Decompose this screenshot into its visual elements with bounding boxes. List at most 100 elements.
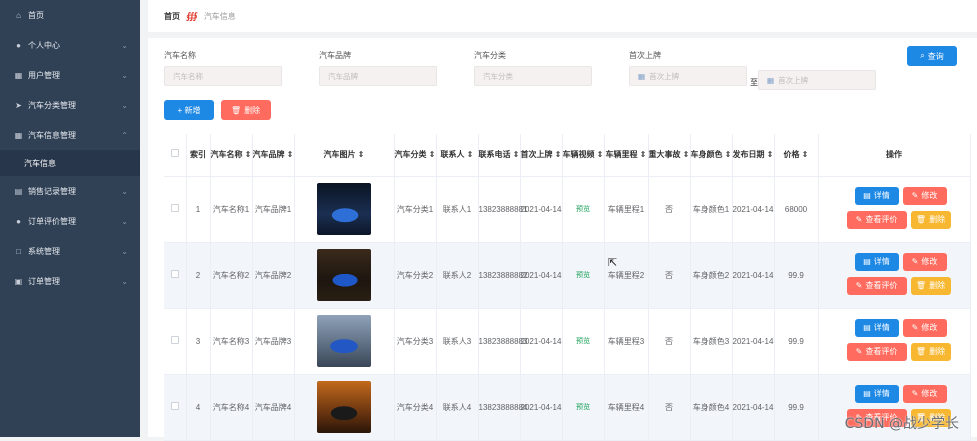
cell-phone: 13823888883 (478, 308, 527, 375)
edit-button[interactable]: ✎ 修改 (902, 186, 947, 205)
header-phone[interactable]: 联系电话 ⇕ (478, 134, 521, 177)
video-preview-link[interactable]: 预览 (576, 206, 590, 213)
cell-index: 4 (186, 374, 211, 441)
document-icon: ▤ (863, 389, 871, 398)
sidebar-subitem-car-info[interactable]: 汽车信息 (0, 150, 140, 176)
header-accident[interactable]: 重大事故 ⇕ (648, 134, 691, 177)
view-reviews-button[interactable]: ✎ 查看评价 (846, 210, 907, 229)
sidebar-item-reviews[interactable]: ● 订单评价管理 ⌄ (0, 206, 140, 236)
cell-publish-date: 2021-04-14 (732, 308, 775, 375)
cell-price: 99.9 (774, 374, 819, 441)
detail-button[interactable]: ▤ 详情 (854, 252, 899, 271)
table-row: 1 汽车名称1 汽车品牌1 汽车分类1 联系人1 13823888881 2021-04-1… (164, 176, 971, 243)
detail-button[interactable]: ▤ 详情 (854, 318, 899, 337)
header-car-category[interactable]: 汽车分类 ⇕ (394, 134, 437, 177)
sidebar-item-profile[interactable]: ● 个人中心 ⌄ (0, 30, 140, 60)
car-image-cell (294, 374, 395, 441)
filter-first-date: 首次上牌 ▦ 首次上牌 (629, 50, 747, 86)
view-reviews-button[interactable]: ✎ 查看评价 (846, 276, 907, 295)
document-icon: ▤ (863, 257, 871, 266)
edit-icon: ✎ (855, 347, 863, 356)
first-date-start-input[interactable]: ▦ 首次上牌 (629, 66, 747, 86)
add-button[interactable]: + 新增 (164, 100, 214, 120)
order-icon: ▣ (14, 276, 23, 286)
delete-button[interactable]: 🗑 删除 (220, 100, 271, 120)
sidebar-item-home[interactable]: ⌂ 首页 (0, 0, 140, 30)
filter-brand: 汽车品牌 汽车品牌 (319, 50, 437, 86)
first-date-end-input[interactable]: ▦ 首次上牌 (758, 70, 876, 90)
video-preview-link[interactable]: 预览 (576, 404, 590, 411)
sidebar-item-sales[interactable]: ▤ 销售记录管理 ⌄ (0, 176, 140, 206)
row-checkbox[interactable] (164, 308, 187, 375)
sidebar-item-users[interactable]: ▦ 用户管理 ⌄ (0, 60, 140, 90)
header-mileage[interactable]: 车辆里程 ⇕ (604, 134, 649, 177)
header-color[interactable]: 车身颜色 ⇕ (690, 134, 733, 177)
detail-button[interactable]: ▤ 详情 (854, 384, 899, 403)
trash-icon: 🗑 (915, 215, 927, 224)
car-category-input[interactable]: 汽车分类 (474, 66, 592, 86)
video-preview-link[interactable]: 预览 (576, 272, 590, 279)
select-all-checkbox[interactable] (164, 134, 187, 177)
edit-icon: ✎ (911, 191, 919, 200)
header-publish-date[interactable]: 发布日期 ⇕ (732, 134, 775, 177)
header-operations: 操作 (818, 134, 971, 177)
header-first-reg[interactable]: 首次上牌 ⇕ (520, 134, 563, 177)
edit-button[interactable]: ✎ 修改 (902, 384, 947, 403)
header-index: 索引 (186, 134, 211, 177)
edit-button[interactable]: ✎ 修改 (902, 318, 947, 337)
cell-car-name: 汽车名称4 (210, 374, 253, 441)
video-preview-link[interactable]: 预览 (576, 338, 590, 345)
operations-cell: ▤ 详情 ✎ 修改 ✎ 查看评价 🗑 删除 (818, 308, 971, 375)
users-icon: ▦ (14, 70, 23, 80)
cell-car-name: 汽车名称3 (210, 308, 253, 375)
chevron-down-icon: ⌄ (121, 276, 128, 286)
cell-contact: 联系人3 (436, 308, 479, 375)
header-video[interactable]: 车辆视频 ⇕ (562, 134, 605, 177)
edit-icon: ✎ (911, 389, 919, 398)
sidebar-item-orders[interactable]: ▣ 订单管理 ⌄ (0, 266, 140, 296)
cell-color: 车身颜色3 (690, 308, 733, 375)
header-car-image[interactable]: 汽车图片 ⇕ (294, 134, 395, 177)
car-image[interactable] (317, 183, 371, 235)
table-header-row: 索引 汽车名称 ⇕ 汽车品牌 ⇕ 汽车图片 ⇕ 汽车分类 ⇕ 联系人 ⇕ 联系电… (164, 134, 971, 177)
header-car-brand[interactable]: 汽车品牌 ⇕ (252, 134, 295, 177)
row-delete-button[interactable]: 🗑 删除 (910, 210, 951, 229)
car-table: 索引 汽车名称 ⇕ 汽车品牌 ⇕ 汽车图片 ⇕ 汽车分类 ⇕ 联系人 ⇕ 联系电… (164, 134, 971, 441)
sidebar-item-car-category[interactable]: ➤ 汽车分类管理 ⌄ (0, 90, 140, 120)
car-image[interactable] (317, 249, 371, 301)
detail-button[interactable]: ▤ 详情 (854, 186, 899, 205)
edit-button[interactable]: ✎ 修改 (902, 252, 947, 271)
sidebar-item-car-info[interactable]: ▦ 汽车信息管理 ⌃ (0, 120, 140, 150)
calendar-icon: ▦ (767, 75, 775, 85)
chevron-down-icon: ⌄ (121, 100, 128, 110)
breadcrumb-separator-icon: ∰ (186, 10, 198, 21)
cell-index: 1 (186, 176, 211, 243)
cell-mileage: 车辆里程3 (604, 308, 649, 375)
search-button[interactable]: ⌕ 查询 (907, 46, 957, 66)
row-checkbox[interactable] (164, 176, 187, 243)
car-image-cell (294, 242, 395, 309)
breadcrumb-home[interactable]: 首页 (164, 11, 180, 22)
chevron-down-icon: ⌄ (121, 186, 128, 196)
table-row: 3 汽车名称3 汽车品牌3 汽车分类3 联系人3 13823888883 2021-04-1… (164, 308, 971, 375)
cell-price: 68000 (774, 176, 819, 243)
cell-publish-date: 2021-04-14 (732, 176, 775, 243)
mouse-cursor-icon: ⇱ (608, 257, 618, 269)
header-car-name[interactable]: 汽车名称 ⇕ (210, 134, 253, 177)
header-price[interactable]: 价格 ⇕ (774, 134, 819, 177)
row-delete-button[interactable]: 🗑 删除 (910, 342, 951, 361)
header-contact[interactable]: 联系人 ⇕ (436, 134, 479, 177)
car-image[interactable] (317, 315, 371, 367)
row-checkbox[interactable] (164, 242, 187, 309)
edit-icon: ✎ (855, 215, 863, 224)
row-delete-button[interactable]: 🗑 删除 (910, 276, 951, 295)
cell-mileage: 车辆里程1 (604, 176, 649, 243)
car-image[interactable] (317, 381, 371, 433)
sidebar-item-system[interactable]: □ 系统管理 ⌄ (0, 236, 140, 266)
action-bar: + 新增 🗑 删除 (164, 100, 271, 120)
view-reviews-button[interactable]: ✎ 查看评价 (846, 342, 907, 361)
car-name-input[interactable]: 汽车名称 (164, 66, 282, 86)
car-brand-input[interactable]: 汽车品牌 (319, 66, 437, 86)
row-checkbox[interactable] (164, 374, 187, 441)
cell-car-brand: 汽车品牌3 (252, 308, 295, 375)
